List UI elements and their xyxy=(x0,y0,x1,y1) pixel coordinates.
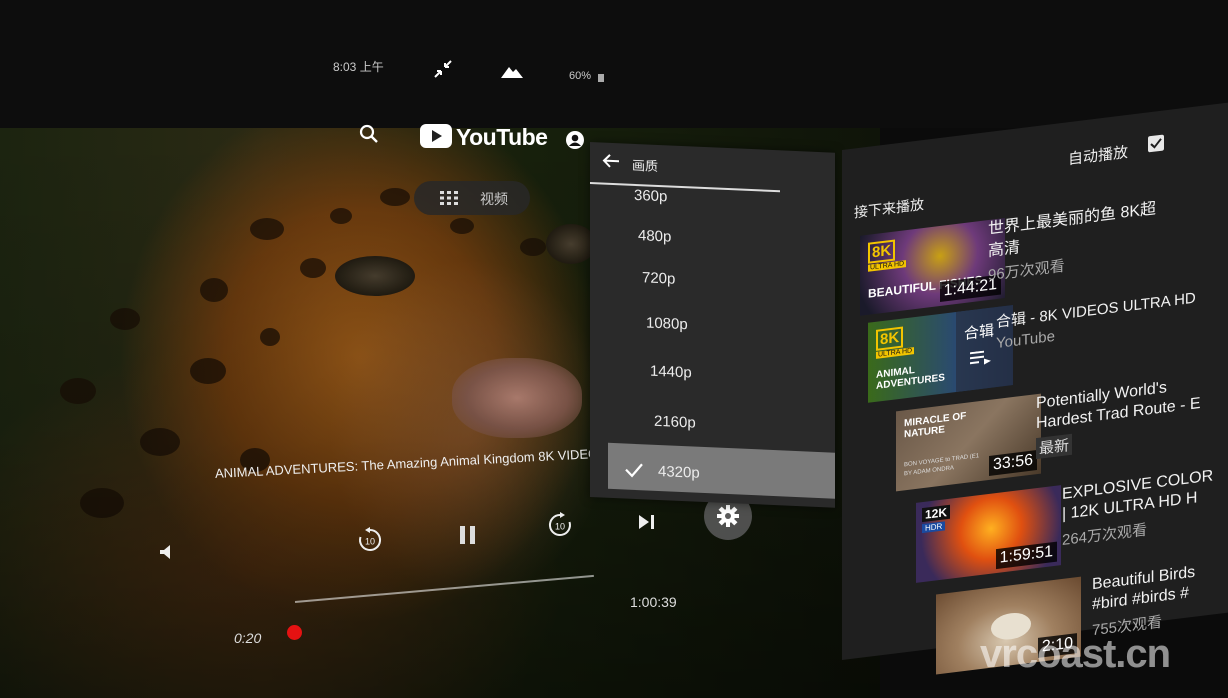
thumb-badge: 8K xyxy=(868,239,896,264)
autoplay-label: 自动播放 xyxy=(1068,143,1129,169)
search-icon[interactable] xyxy=(359,124,379,149)
watermark: vrcoast.cn xyxy=(980,632,1171,676)
quality-option-720p[interactable]: 720p xyxy=(642,269,675,287)
up-next-heading: 接下来播放 xyxy=(854,195,924,221)
video-duration: 33:56 xyxy=(988,450,1037,476)
video-thumbnail: MIRACLE OF NATURE BON VOYAGE to TRAD (E1… xyxy=(896,393,1041,492)
volume-icon[interactable] xyxy=(158,543,176,566)
status-bar: 8:03 上午 60% xyxy=(0,0,1228,128)
video-thumbnail: 12K HDR 1:59:51 xyxy=(916,485,1061,583)
thumb-badge: 12K xyxy=(922,504,951,523)
settings-icon xyxy=(717,505,739,532)
brand-name: YouTube xyxy=(456,124,548,150)
elapsed-time: 0:20 xyxy=(234,630,262,646)
quality-menu-title: 画质 xyxy=(632,157,659,174)
videos-label: 视频 xyxy=(480,191,508,207)
quality-option-360p[interactable]: 360p xyxy=(634,187,667,205)
playlist-label: 合辑 xyxy=(964,322,995,344)
grid-icon xyxy=(440,191,458,210)
quality-option-1080p[interactable]: 1080p xyxy=(646,314,688,333)
forward-10-icon[interactable]: 10 xyxy=(546,511,574,544)
quality-option-480p[interactable]: 480p xyxy=(638,227,671,245)
quality-option-1440p[interactable]: 1440p xyxy=(650,363,692,382)
clock: 8:03 上午 xyxy=(333,60,384,74)
account-icon[interactable] xyxy=(565,130,585,155)
quality-menu: 画质 360p 480p 720p 1080p 1440p 2160p 4320… xyxy=(590,142,835,508)
videos-nav-button[interactable]: 视频 xyxy=(414,181,530,215)
battery-icon xyxy=(598,74,604,82)
quality-option-4320p[interactable]: 4320p xyxy=(658,463,700,482)
video-title-line2: 高清 xyxy=(988,239,1021,261)
thumb-badge: 8K xyxy=(876,326,904,351)
quality-menu-header: 画质 xyxy=(590,142,780,193)
skip-next-icon[interactable] xyxy=(637,513,657,536)
rewind-seconds: 10 xyxy=(365,537,375,547)
autoplay-checkbox[interactable] xyxy=(1148,134,1164,153)
thumb-text: MIRACLE OF NATURE xyxy=(904,410,967,441)
thumb-text: ANIMAL ADVENTURES xyxy=(876,365,945,392)
thumb-badge-sub: HDR xyxy=(922,521,946,534)
forward-seconds: 10 xyxy=(555,522,565,532)
mountains-icon[interactable] xyxy=(501,64,523,83)
duration-time: 1:00:39 xyxy=(630,594,677,610)
back-arrow-icon[interactable] xyxy=(602,153,620,175)
new-badge: 最新 xyxy=(1036,433,1073,460)
check-icon xyxy=(624,461,644,483)
video-title-line1: 世界上最美丽的鱼 8K超 xyxy=(988,200,1157,239)
quality-option-2160p[interactable]: 2160p xyxy=(654,413,696,432)
pause-icon[interactable] xyxy=(458,524,478,551)
playlist-icon xyxy=(970,350,992,372)
youtube-logo-icon xyxy=(420,124,452,148)
video-thumbnail: 8K ULTRA HD BEAUTIFUL FISHES 1:44:21 xyxy=(860,217,1005,316)
progress-knob[interactable] xyxy=(287,625,302,640)
video-thumbnail: 8K ULTRA HD ANIMAL ADVENTURES 合辑 xyxy=(868,305,1013,403)
collapse-icon[interactable] xyxy=(432,58,454,85)
up-next-panel: 接下来播放 自动播放 8K ULTRA HD BEAUTIFUL FISHES … xyxy=(842,102,1228,675)
video-duration: 1:59:51 xyxy=(995,541,1057,570)
battery-level: 60% xyxy=(569,70,592,82)
rewind-10-icon[interactable]: 10 xyxy=(356,526,384,559)
